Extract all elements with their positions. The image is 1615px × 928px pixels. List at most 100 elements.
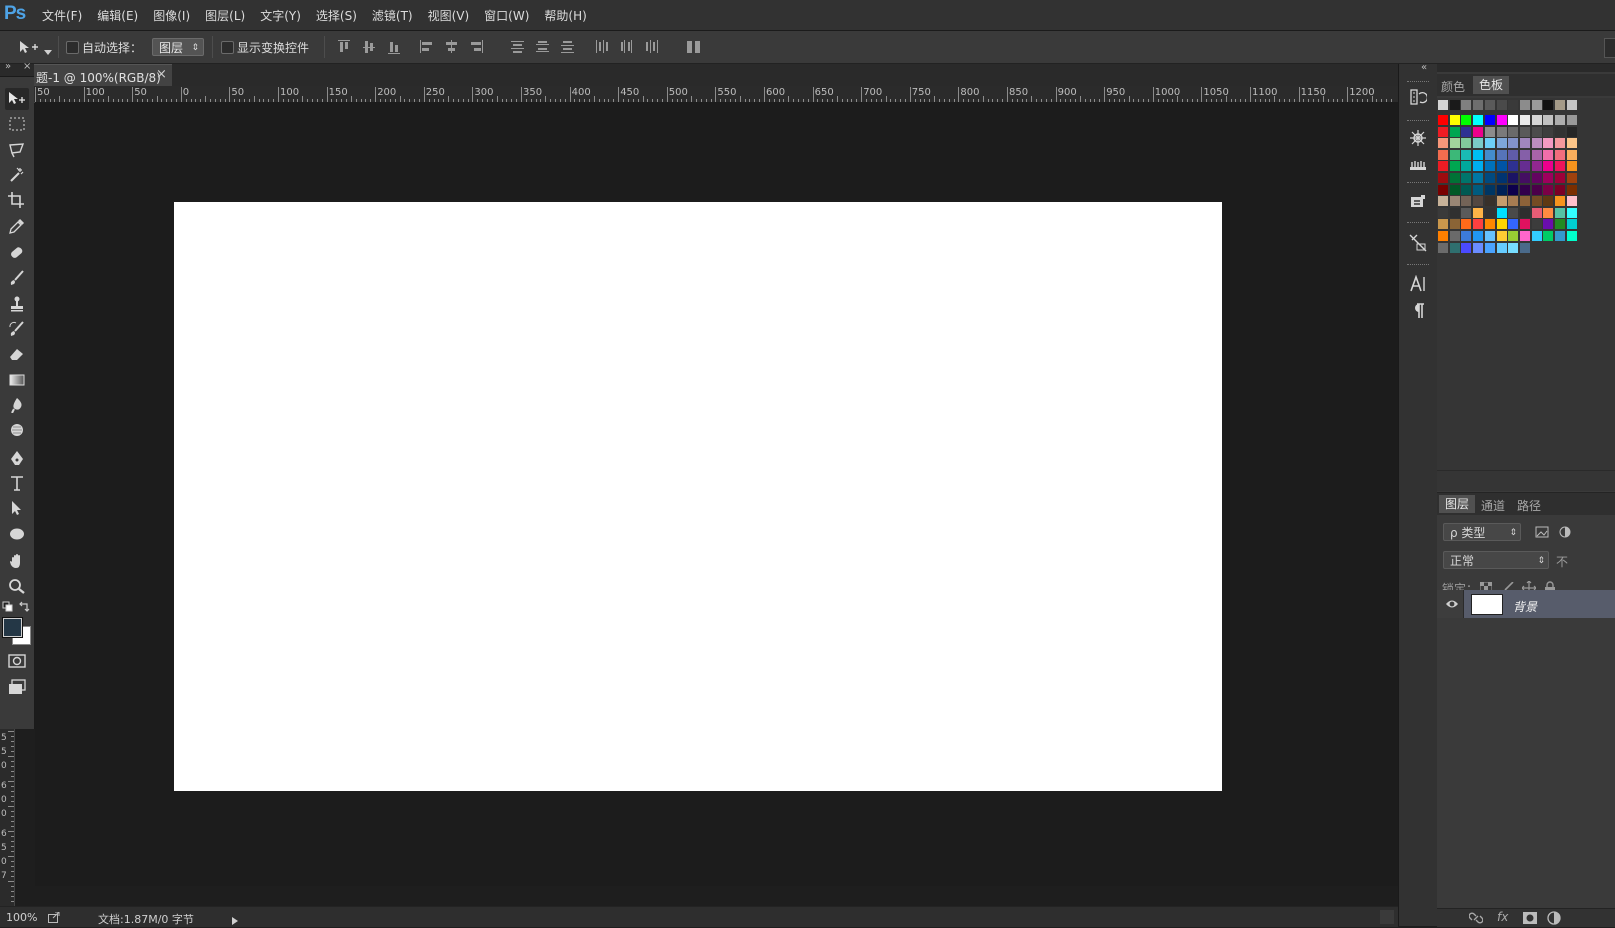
expand-toolbar-icon[interactable]: » [5, 61, 11, 72]
menu-help[interactable]: 帮助(H) [544, 7, 586, 24]
color-swatch[interactable] [1555, 115, 1565, 125]
color-swatch[interactable] [1555, 231, 1565, 241]
color-swatch[interactable] [1473, 115, 1484, 125]
show-transform-checkbox[interactable] [221, 41, 234, 54]
ellipse-tool-icon[interactable] [5, 523, 29, 545]
color-swatch[interactable] [1531, 173, 1542, 183]
tab-color[interactable]: 颜色 [1441, 78, 1465, 95]
color-swatch[interactable] [1566, 219, 1577, 230]
color-swatch[interactable] [1438, 184, 1448, 195]
color-swatch[interactable] [1519, 161, 1530, 172]
color-swatch[interactable] [1484, 149, 1495, 160]
color-swatch[interactable] [1508, 115, 1519, 125]
menu-layer[interactable]: 图层(L) [205, 7, 245, 24]
preset-dropdown-arrow-icon[interactable] [44, 44, 52, 58]
color-swatch[interactable] [1496, 115, 1507, 125]
color-swatch[interactable] [1508, 242, 1519, 253]
color-swatch[interactable] [1531, 100, 1542, 110]
color-swatch[interactable] [1508, 149, 1519, 160]
adjustment-layer-filter-icon[interactable] [1559, 526, 1571, 541]
color-swatch[interactable] [1519, 100, 1530, 110]
color-swatch[interactable] [1449, 100, 1460, 110]
color-swatch[interactable] [1555, 100, 1565, 110]
color-swatch[interactable] [1438, 231, 1448, 241]
default-colors-icon[interactable] [2, 601, 14, 616]
color-swatch[interactable] [1484, 126, 1495, 137]
move-tool-icon[interactable] [5, 88, 29, 110]
color-swatch[interactable] [1519, 207, 1530, 218]
color-swatch[interactable] [1519, 138, 1530, 149]
color-swatch[interactable] [1438, 219, 1448, 230]
align-horizontal-center-icon[interactable] [444, 39, 460, 55]
color-swatch[interactable] [1566, 115, 1577, 125]
color-swatch[interactable] [1473, 231, 1484, 241]
brush-presets-panel-icon[interactable] [1407, 232, 1429, 254]
color-swatch[interactable] [1449, 138, 1460, 149]
color-swatch[interactable] [1484, 161, 1495, 172]
color-swatch[interactable] [1508, 126, 1519, 137]
color-swatch[interactable] [1449, 242, 1460, 253]
menu-select[interactable]: 选择(S) [316, 7, 357, 24]
styles-panel-icon[interactable] [1407, 154, 1429, 176]
color-swatch[interactable] [1519, 219, 1530, 230]
color-swatch[interactable] [1566, 100, 1577, 110]
color-swatch[interactable] [1461, 173, 1472, 183]
color-swatch[interactable] [1484, 219, 1495, 230]
layer-name[interactable]: 背景 [1513, 598, 1537, 615]
align-vertical-center-icon[interactable] [362, 39, 378, 55]
color-swatch[interactable] [1438, 207, 1448, 218]
color-swatch[interactable] [1555, 149, 1565, 160]
color-swatch[interactable] [1496, 161, 1507, 172]
color-swatch[interactable] [1438, 149, 1448, 160]
color-swatch[interactable] [1473, 126, 1484, 137]
color-swatch[interactable] [1508, 184, 1519, 195]
color-swatch[interactable] [1531, 207, 1542, 218]
color-swatch[interactable] [1449, 161, 1460, 172]
color-swatch[interactable] [1566, 207, 1577, 218]
rectangular-marquee-tool-icon[interactable] [5, 113, 29, 135]
color-swatch[interactable] [1543, 184, 1554, 195]
color-swatch[interactable] [1519, 231, 1530, 241]
color-swatch[interactable] [1508, 100, 1519, 110]
menu-edit[interactable]: 编辑(E) [97, 7, 138, 24]
color-swatch[interactable] [1496, 219, 1507, 230]
color-swatch[interactable] [1449, 115, 1460, 125]
color-swatch[interactable] [1461, 149, 1472, 160]
color-swatch[interactable] [1438, 161, 1448, 172]
character-panel-icon[interactable] [1407, 273, 1429, 295]
color-swatch[interactable] [1555, 184, 1565, 195]
eye-icon[interactable] [1445, 598, 1459, 610]
color-swatch[interactable] [1496, 196, 1507, 207]
blur-tool-icon[interactable] [5, 394, 29, 416]
layer-kind-filter-select[interactable]: ρ 类型 ⇕ [1443, 523, 1521, 541]
color-swatch[interactable] [1496, 138, 1507, 149]
collapse-panels-icon[interactable]: « [1421, 62, 1427, 73]
color-swatch[interactable] [1438, 115, 1448, 125]
eyedropper-tool-icon[interactable] [5, 215, 29, 237]
color-swatch[interactable] [1508, 138, 1519, 149]
color-swatch[interactable] [1461, 207, 1472, 218]
color-swatch[interactable] [1531, 231, 1542, 241]
color-swatch[interactable] [1508, 207, 1519, 218]
document-canvas[interactable] [174, 202, 1222, 791]
color-swatch[interactable] [1543, 149, 1554, 160]
color-swatch[interactable] [1531, 115, 1542, 125]
distribute-left-icon[interactable] [594, 39, 610, 55]
eraser-tool-icon[interactable] [5, 343, 29, 365]
magic-wand-tool-icon[interactable] [5, 164, 29, 186]
color-swatch[interactable] [1496, 184, 1507, 195]
color-swatch[interactable] [1566, 161, 1577, 172]
zoom-tool-icon[interactable] [5, 575, 29, 597]
color-swatch[interactable] [1566, 138, 1577, 149]
color-swatch[interactable] [1566, 196, 1577, 207]
color-swatch[interactable] [1543, 196, 1554, 207]
color-swatch[interactable] [1461, 100, 1472, 110]
color-swatch[interactable] [1449, 196, 1460, 207]
color-swatch[interactable] [1461, 196, 1472, 207]
color-swatch[interactable] [1566, 126, 1577, 137]
color-swatch[interactable] [1508, 196, 1519, 207]
color-swatch[interactable] [1449, 219, 1460, 230]
tab-layers[interactable]: 图层 [1439, 495, 1476, 513]
brush-tool-icon[interactable] [5, 267, 29, 289]
auto-align-layers-icon[interactable] [686, 39, 702, 55]
